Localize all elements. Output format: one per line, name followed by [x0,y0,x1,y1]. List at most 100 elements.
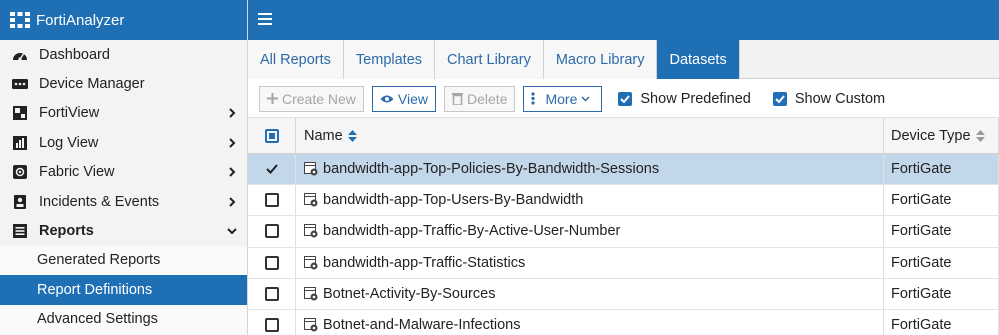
dataset-name: Botnet-and-Malware-Infections [323,317,521,334]
sidebar-subitem-generated-reports[interactable]: Generated Reports [0,245,247,276]
checkmark-icon [618,91,633,106]
dataset-icon [304,193,318,207]
chevron-right-icon [229,108,236,119]
plus-icon [267,93,278,104]
sort-icon [347,129,357,142]
sidebar-item-label: FortiView [39,105,100,122]
fortinet-logo-icon [10,12,30,28]
chevron-right-icon [229,196,236,207]
vertical-ellipsis-icon [531,92,536,105]
row-checkbox[interactable] [248,216,296,247]
table-row[interactable]: bandwidth-app-Traffic-Statistics FortiGa… [248,247,999,279]
show-custom-label: Show Custom [794,90,886,107]
sidebar: FortiAnalyzer Dashboard Device Manager F… [0,0,248,335]
dataset-icon [304,286,318,301]
dataset-icon [304,255,318,270]
table-header: Name Device Type [248,118,999,154]
sidebar-item-label: Log View [39,134,99,151]
fortiview-icon [12,105,28,121]
select-all-checkbox[interactable] [248,118,296,153]
delete-button[interactable]: Delete [444,85,516,112]
row-checkbox[interactable] [248,309,296,335]
app-brand[interactable]: FortiAnalyzer [0,0,247,40]
tab-chart-library[interactable]: Chart Library [435,40,544,79]
create-new-label: Create New [282,90,356,107]
hamburger-menu-icon[interactable] [258,13,272,25]
trash-icon [452,93,464,105]
table-row[interactable]: bandwidth-app-Top-Policies-By-Bandwidth-… [248,154,999,186]
row-checkbox[interactable] [248,247,296,278]
table-row[interactable]: Botnet-and-Malware-Infections FortiGate [248,309,999,335]
chevron-right-icon [229,167,236,177]
dataset-icon [304,162,318,176]
sidebar-item-incidents-events[interactable]: Incidents & Events [0,187,247,216]
dataset-name: bandwidth-app-Top-Policies-By-Bandwidth-… [323,161,660,178]
dataset-name: bandwidth-app-Top-Users-By-Bandwidth [323,192,584,209]
dataset-name: bandwidth-app-Traffic-By-Active-User-Num… [323,223,621,240]
dataset-name: Botnet-Activity-By-Sources [323,285,496,302]
table-row[interactable]: bandwidth-app-Top-Users-By-Bandwidth For… [248,185,999,217]
show-predefined-label: Show Predefined [640,90,751,107]
log-view-icon [12,135,28,151]
fabric-view-icon [12,164,28,180]
tab-all-reports[interactable]: All Reports [248,40,344,79]
device-type-cell: FortiGate [884,185,999,216]
dataset-icon [304,318,318,332]
row-checkbox[interactable] [248,278,296,309]
reports-icon [12,223,28,239]
sidebar-item-label: Incidents & Events [39,193,160,210]
eye-icon [380,95,394,102]
view-button[interactable]: View [371,85,437,112]
sidebar-item-label: Dashboard [39,46,110,63]
row-checkbox[interactable] [248,154,296,185]
device-type-cell: FortiGate [884,278,999,309]
sidebar-subitem-label: Report Definitions [37,281,153,298]
sidebar-subitem-advanced-settings[interactable]: Advanced Settings [0,304,247,334]
table-row[interactable]: Botnet-Activity-By-Sources FortiGate [248,278,999,310]
sidebar-subitem-label: Advanced Settings [37,311,158,328]
tab-templates[interactable]: Templates [343,40,436,79]
show-predefined-checkbox[interactable]: Show Predefined [618,90,751,107]
more-button[interactable]: More [523,85,603,112]
device-manager-icon [12,76,28,92]
device-type-cell: FortiGate [884,309,999,335]
show-custom-checkbox[interactable]: Show Custom [772,90,886,107]
view-label: View [397,90,429,107]
tab-macro-library[interactable]: Macro Library [543,40,658,79]
device-type-cell: FortiGate [884,247,999,278]
chevron-down-icon [227,228,237,235]
tab-datasets[interactable]: Datasets [657,40,740,79]
sidebar-item-dashboard[interactable]: Dashboard [0,40,247,69]
top-bar [248,0,999,40]
sidebar-item-fabric-view[interactable]: Fabric View [0,158,247,187]
sidebar-subitem-label: Generated Reports [37,252,161,269]
sidebar-item-reports[interactable]: Reports [0,216,247,245]
create-new-button[interactable]: Create New [259,85,364,112]
sidebar-item-device-manager[interactable]: Device Manager [0,69,247,98]
sidebar-subitem-report-definitions[interactable]: Report Definitions [0,275,247,305]
column-header-device-type[interactable]: Device Type [884,118,999,153]
datasets-table: Name Device Type bandwidth-app-Top-Polic… [248,118,999,335]
delete-label: Delete [467,90,508,107]
tab-bar: All Reports Templates Chart Library Macr… [248,40,999,79]
dataset-name: bandwidth-app-Traffic-Statistics [323,254,526,271]
device-type-cell: FortiGate [884,216,999,247]
sort-icon [975,129,985,142]
checkmark-icon [265,164,278,175]
sidebar-item-label: Device Manager [39,76,145,93]
chevron-down-icon [581,95,590,102]
sidebar-item-label: Reports [39,223,94,240]
toolbar: Create New View Delete More Show Predefi… [248,80,999,118]
incidents-icon [12,194,28,210]
more-label: More [545,90,578,107]
table-row[interactable]: bandwidth-app-Traffic-By-Active-User-Num… [248,216,999,248]
column-header-name[interactable]: Name [296,118,884,153]
app-title: FortiAnalyzer [36,11,125,29]
dashboard-icon [12,47,28,63]
device-type-cell: FortiGate [884,154,999,185]
row-checkbox[interactable] [248,185,296,216]
dataset-icon [304,224,318,238]
sidebar-item-fortiview[interactable]: FortiView [0,99,247,128]
sidebar-item-log-view[interactable]: Log View [0,128,247,157]
sidebar-item-label: Fabric View [39,164,115,181]
